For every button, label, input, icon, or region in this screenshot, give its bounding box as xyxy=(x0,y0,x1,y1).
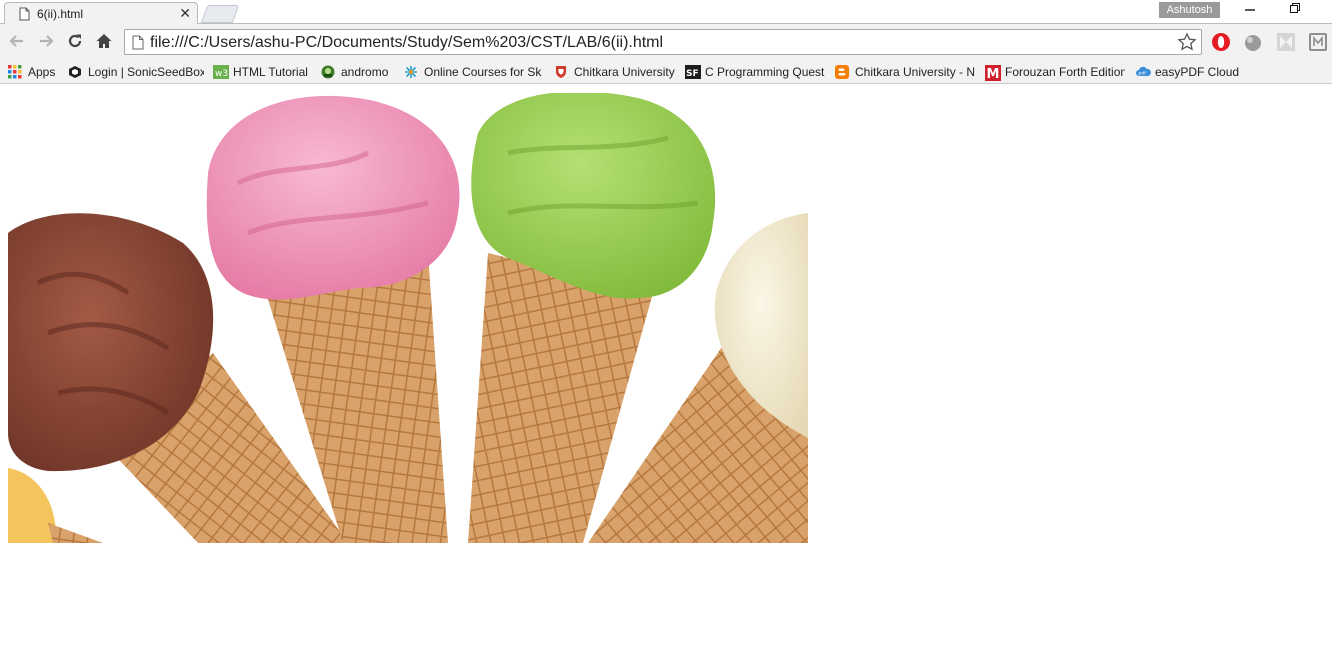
online-courses-icon xyxy=(404,65,418,79)
extension-sphere-icon[interactable] xyxy=(1243,32,1263,52)
chitkara-shield-icon xyxy=(554,65,568,79)
profile-button[interactable]: Ashutosh xyxy=(1159,2,1220,18)
bookmark-html-tutorial[interactable]: w3 HTML Tutorial xyxy=(213,63,313,81)
bookmark-online-courses[interactable]: Online Courses for Sk xyxy=(404,63,544,81)
bookmark-forouzan[interactable]: M Forouzan Forth Edition xyxy=(985,63,1125,81)
back-arrow-icon xyxy=(9,35,23,47)
tab-title: 6(ii).html xyxy=(37,7,84,21)
bookmark-apps[interactable]: Apps xyxy=(8,63,60,81)
svg-text:pdf: pdf xyxy=(1139,71,1147,77)
bookmark-label: Login | SonicSeedBox xyxy=(88,65,204,79)
m-logo-icon: M xyxy=(985,65,1001,81)
reload-button[interactable] xyxy=(65,32,85,52)
bookmark-label: Apps xyxy=(28,65,56,79)
tab-strip: 6(ii).html ✕ Ashutosh xyxy=(0,0,1332,24)
bookmark-andromo[interactable]: andromo xyxy=(321,63,395,81)
easypdf-cloud-icon: pdf xyxy=(1135,65,1151,79)
bookmark-easypdf[interactable]: pdf easyPDF Cloud xyxy=(1135,63,1245,81)
tab-close-icon[interactable]: ✕ xyxy=(179,5,191,22)
sanfoundry-icon: SF xyxy=(685,65,701,79)
bookmark-chitkara-blog[interactable]: Chitkara University - N xyxy=(835,63,975,81)
bookmark-star-icon[interactable] xyxy=(1177,32,1197,55)
reload-icon xyxy=(68,34,82,48)
andromo-icon xyxy=(321,65,335,79)
url-text[interactable]: file:///C:/Users/ashu-PC/Documents/Study… xyxy=(150,34,663,52)
bookmark-label: HTML Tutorial xyxy=(233,65,308,79)
svg-text:M: M xyxy=(987,67,1000,81)
bookmark-label: Chitkara University xyxy=(574,65,675,79)
forward-arrow-icon xyxy=(40,35,54,47)
tab-active[interactable]: 6(ii).html ✕ xyxy=(4,2,198,24)
file-page-icon xyxy=(132,35,144,53)
restore-button[interactable] xyxy=(1280,2,1310,20)
bookmark-label: Online Courses for Sk xyxy=(424,65,542,79)
svg-text:w3: w3 xyxy=(215,69,228,79)
back-button[interactable] xyxy=(7,32,27,52)
home-button[interactable] xyxy=(94,32,114,52)
browser-toolbar: file:///C:/Users/ashu-PC/Documents/Study… xyxy=(0,24,1332,60)
extension-m-shield-icon[interactable] xyxy=(1308,32,1328,52)
bookmark-label: C Programming Quest xyxy=(705,65,825,79)
home-icon xyxy=(96,34,112,48)
w3schools-icon: w3 xyxy=(213,65,229,79)
new-tab-button[interactable] xyxy=(200,5,240,23)
sonicseedbox-icon xyxy=(68,65,82,79)
forward-button[interactable] xyxy=(36,32,56,52)
svg-text:SF: SF xyxy=(686,69,699,79)
page-icon xyxy=(19,7,30,24)
bookmark-label: easyPDF Cloud xyxy=(1155,65,1240,79)
page-content xyxy=(0,85,1332,656)
bookmark-c-programming[interactable]: SF C Programming Quest xyxy=(685,63,825,81)
apps-grid-icon xyxy=(8,65,22,79)
minimize-button[interactable] xyxy=(1235,2,1265,20)
bookmark-sonicseedbox[interactable]: Login | SonicSeedBox xyxy=(68,63,204,81)
ice-cream-cones-image xyxy=(8,91,808,543)
address-bar[interactable]: file:///C:/Users/ashu-PC/Documents/Study… xyxy=(124,29,1202,55)
bookmark-chitkara[interactable]: Chitkara University xyxy=(554,63,678,81)
bookmark-label: andromo xyxy=(341,65,389,79)
bookmarks-bar: Apps Login | SonicSeedBox w3 HTML Tutori… xyxy=(0,60,1332,84)
opera-o-icon[interactable] xyxy=(1211,32,1231,52)
bookmark-label: Forouzan Forth Edition xyxy=(1005,65,1125,79)
extension-bowtie-icon[interactable] xyxy=(1276,32,1296,52)
bookmark-label: Chitkara University - N xyxy=(855,65,975,79)
blogger-icon xyxy=(835,65,849,79)
